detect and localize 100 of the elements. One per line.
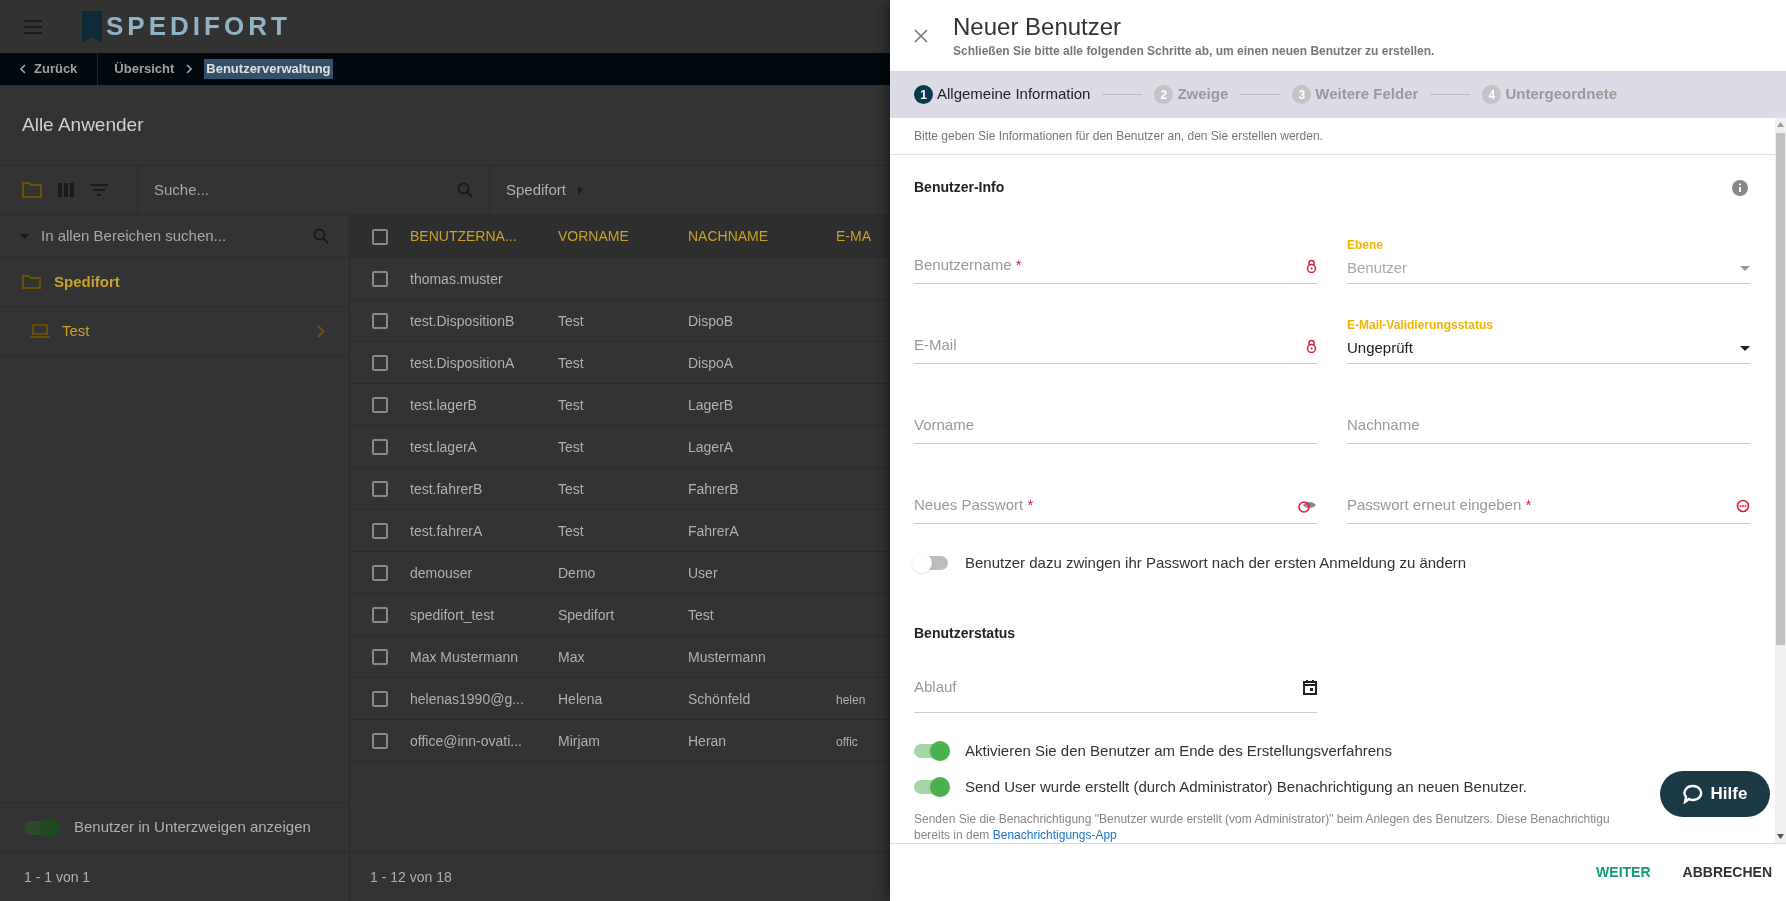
table-cell: demouser — [410, 564, 473, 581]
eye-icon[interactable] — [1297, 498, 1317, 513]
breadcrumb-link[interactable]: Benutzerverwaltung — [204, 59, 333, 79]
page-title: Alle Anwender — [22, 112, 144, 137]
table-cell: offic — [836, 734, 858, 749]
table-cell: Test — [558, 438, 584, 455]
step-label[interactable]: Allgemeine Information — [937, 83, 1091, 106]
chevron-left-icon — [20, 64, 26, 74]
toggle-label: Aktivieren Sie den Benutzer am Ende des Erstellungsverfahrens — [965, 740, 1392, 761]
breadcrumb-link[interactable]: Übersicht — [114, 59, 175, 79]
logo-icon — [82, 10, 102, 43]
cancel-button[interactable]: ABBRECHEN — [1682, 862, 1772, 883]
toggle-label: Benutzer dazu zwingen ihr Passwort nach der ersten Anmeldung zu ändern — [965, 553, 1467, 573]
toggle-label: Send User wurde erstellt (durch Administrator) Benachrichtigung an neuen Benutzer. — [965, 777, 1527, 797]
lock-icon — [1306, 258, 1317, 273]
table-cell: helenas1990@g... — [410, 690, 524, 707]
dialog-subtitle: Schließen Sie bitte alle folgenden Schritte ab, um einen neuen Benutzer zu erstellen. — [953, 42, 1435, 60]
tree-item[interactable]: Spedifort — [0, 258, 349, 307]
column-header[interactable]: BENUTZERNA... — [410, 226, 558, 247]
table-cell: spedifort_test — [410, 606, 495, 623]
laptop-icon — [30, 324, 50, 338]
table-cell: Demo — [558, 564, 596, 581]
caret-icon — [20, 233, 29, 239]
caret-icon — [1740, 266, 1750, 271]
logo-text: SPEDIFORT — [106, 10, 291, 43]
notice-text: Senden Sie die Benachrichtigung "Benutzer wurde erstellt (vom Administrator)" beim Anlegen des Benutzers. Diese Benachrichtigu bereits in dem Benachrichtigungs-App — [914, 810, 1611, 843]
toggle-switch[interactable] — [24, 820, 58, 835]
dots-icon[interactable] — [1736, 498, 1750, 513]
scroll-up-icon[interactable] — [1777, 122, 1784, 127]
table-cell: test.fahrerB — [410, 480, 483, 497]
table-cell: Test — [558, 396, 584, 413]
column-header[interactable]: VORNAME — [558, 226, 688, 247]
scrollbar[interactable] — [1775, 118, 1786, 843]
help-button[interactable]: Hilfe — [1660, 771, 1770, 817]
input-field[interactable]: Passwort erneut eingeben * — [1347, 488, 1750, 524]
chevron-right-icon — [317, 324, 325, 338]
checkbox[interactable] — [372, 438, 388, 455]
folder-icon — [22, 274, 42, 290]
search-field[interactable]: Suche... — [154, 178, 457, 202]
table-cell: LagerA — [688, 438, 734, 455]
table-cell: thomas.muster — [410, 270, 503, 287]
calendar-icon[interactable] — [1303, 679, 1317, 695]
checkbox[interactable] — [372, 312, 388, 329]
input-field[interactable]: E-Mail — [914, 328, 1317, 364]
table-cell: Max — [558, 648, 585, 665]
toggle-switch[interactable] — [914, 780, 948, 795]
info-icon[interactable] — [1732, 179, 1748, 196]
toggle-switch[interactable] — [914, 556, 948, 571]
table-cell: Test — [688, 606, 714, 623]
table-cell: DispoA — [688, 354, 734, 371]
checkbox[interactable] — [372, 732, 388, 749]
table-cell: Max Mustermann — [410, 648, 519, 665]
back-link[interactable]: Zurück — [0, 53, 99, 85]
checkbox[interactable] — [372, 228, 388, 245]
table-cell: Spedifort — [558, 606, 615, 623]
table-cell: Heran — [688, 732, 727, 749]
table-cell: DispoB — [688, 312, 734, 329]
input-field[interactable]: Vorname — [914, 408, 1317, 444]
tree-search-field[interactable]: In allen Bereichen suchen... — [41, 224, 301, 248]
checkbox[interactable] — [372, 690, 388, 707]
input-field[interactable]: Nachname — [1347, 408, 1750, 444]
pagination-text: 1 - 1 von 1 — [24, 867, 91, 887]
input-field[interactable]: Benutzername * — [914, 248, 1317, 284]
checkbox[interactable] — [372, 480, 388, 497]
table-cell: Test — [558, 480, 584, 497]
table-cell: test.lagerB — [410, 396, 477, 413]
caret-icon — [1740, 346, 1750, 351]
checkbox[interactable] — [372, 270, 388, 287]
notification-app-link[interactable]: Benachrichtigungs-App — [992, 827, 1117, 842]
close-icon[interactable] — [914, 28, 928, 43]
path-label[interactable]: Spedifort — [506, 178, 567, 202]
toggle-label: Benutzer in Unterzweigen anzeigen — [74, 817, 311, 838]
checkbox[interactable] — [372, 396, 388, 413]
table-cell: Mirjam — [558, 732, 600, 749]
checkbox[interactable] — [372, 606, 388, 623]
table-cell: FahrerA — [688, 522, 739, 539]
checkbox[interactable] — [372, 354, 388, 371]
column-header[interactable]: NACHNAME — [688, 226, 836, 247]
tree-item[interactable]: Test — [0, 307, 349, 356]
section-heading: Benutzer-Info — [914, 178, 1005, 197]
checkbox[interactable] — [372, 564, 388, 581]
checkbox[interactable] — [372, 648, 388, 665]
column-header[interactable]: E-MA — [836, 226, 870, 247]
chat-icon — [1682, 784, 1703, 804]
caret-icon — [578, 186, 584, 194]
pagination-text: 1 - 12 von 18 — [370, 867, 452, 887]
date-field[interactable]: Ablauf — [914, 662, 1317, 713]
select-field[interactable]: E-Mail-Validierungsstatus Ungeprüft — [1347, 316, 1750, 364]
table-cell: Helena — [558, 690, 603, 707]
section-heading: Benutzerstatus — [914, 624, 1016, 641]
step-number[interactable]: 1 — [914, 85, 933, 104]
table-cell: test.lagerA — [410, 438, 477, 455]
scroll-down-icon[interactable] — [1777, 834, 1784, 839]
table-cell: Test — [558, 522, 584, 539]
toggle-switch[interactable] — [914, 743, 948, 758]
next-button[interactable]: WEITER — [1596, 862, 1651, 883]
table-cell: Schönfeld — [688, 690, 751, 707]
checkbox[interactable] — [372, 522, 388, 539]
input-field[interactable]: Neues Passwort * — [914, 488, 1317, 524]
table-cell: helen — [836, 692, 866, 707]
